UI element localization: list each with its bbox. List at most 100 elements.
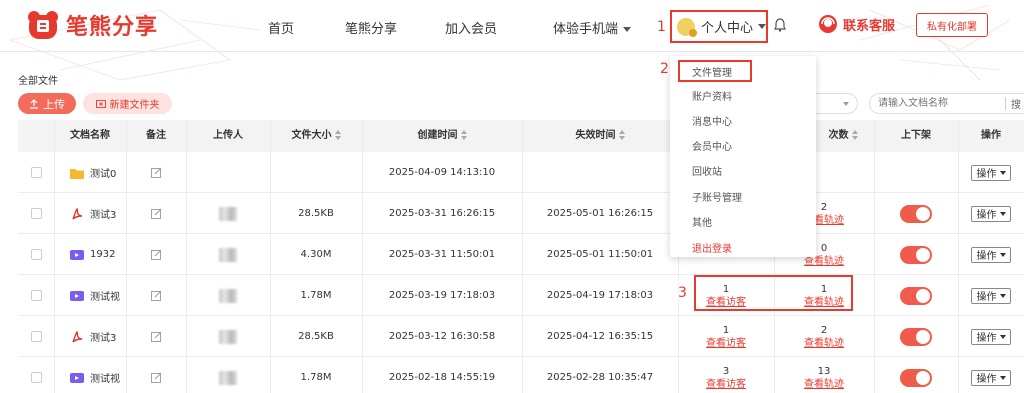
- nav-mobile[interactable]: 体验手机端: [553, 18, 632, 37]
- header-created[interactable]: 创建时间: [362, 120, 522, 152]
- user-center-dropdown: 文件管理 账户资料 消息中心 会员中心 回收站 子账号管理 其他 退出登录: [670, 56, 816, 257]
- row-status-cell: [874, 193, 958, 234]
- menu-item-messages[interactable]: 消息中心: [692, 113, 732, 128]
- edit-note-icon[interactable]: [150, 208, 162, 219]
- edit-note-icon[interactable]: [150, 372, 162, 383]
- search-input[interactable]: [869, 93, 1024, 114]
- view-track-link[interactable]: 查看轨迹: [804, 378, 844, 391]
- video-file-icon: [70, 290, 84, 301]
- brand-name: 笔熊分享: [66, 15, 159, 40]
- menu-item-other[interactable]: 其他: [692, 214, 712, 229]
- row-ops-cell: 操作: [958, 357, 1024, 393]
- status-toggle[interactable]: [900, 368, 932, 387]
- row-action-label: 操作: [976, 210, 997, 221]
- row-uploader-cell: [186, 316, 270, 357]
- view-visitors-link[interactable]: 查看访客: [706, 337, 746, 350]
- column-divider: [362, 120, 363, 393]
- row-expires: [522, 152, 678, 193]
- view-track-link[interactable]: 查看轨迹: [804, 337, 844, 350]
- row-name: 测试0: [90, 169, 117, 180]
- row-note-cell: [126, 275, 186, 316]
- nav-home[interactable]: 首页: [268, 18, 294, 37]
- row-action-button[interactable]: 操作: [971, 287, 1011, 304]
- header-ops: 操作: [981, 130, 1001, 141]
- row-name: 测试视: [90, 374, 120, 385]
- header-expires[interactable]: 失效时间: [522, 120, 678, 152]
- row-name-cell[interactable]: 测试视: [18, 275, 126, 316]
- menu-item-membership[interactable]: 会员中心: [692, 138, 732, 153]
- video-file-icon: [70, 249, 84, 260]
- edit-note-icon[interactable]: [150, 331, 162, 342]
- header-size-label: 文件大小: [291, 130, 332, 141]
- status-toggle[interactable]: [900, 204, 932, 223]
- row-name: 测试视: [90, 292, 120, 303]
- row-action-button[interactable]: 操作: [971, 328, 1011, 345]
- view-visitors-link[interactable]: 查看访客: [706, 378, 746, 391]
- user-center-menu[interactable]: 个人中心: [670, 10, 768, 43]
- edit-note-icon[interactable]: [150, 290, 162, 301]
- row-expires: 2025-04-12 16:35:15: [546, 331, 654, 342]
- top-header: 笔熊分享 首页 笔熊分享 加入会员 体验手机端 1 个人中心 联系客服 私有化部…: [0, 0, 1024, 52]
- row-action-button[interactable]: 操作: [971, 246, 1011, 263]
- menu-item-file-manage[interactable]: 文件管理: [678, 60, 752, 82]
- menu-item-recycle-bin[interactable]: 回收站: [692, 163, 722, 178]
- row-note-cell: [126, 193, 186, 234]
- nav-member[interactable]: 加入会员: [445, 18, 497, 37]
- status-toggle[interactable]: [900, 286, 932, 305]
- brand-logo[interactable]: 笔熊分享: [26, 9, 158, 41]
- header-name: 文档名称: [70, 130, 110, 141]
- row-action-button[interactable]: 操作: [971, 369, 1011, 386]
- row-note-cell: [126, 234, 186, 275]
- row-name-cell[interactable]: 测试视: [18, 357, 126, 393]
- row-action-button[interactable]: 操作: [971, 164, 1011, 181]
- row-status-cell: [874, 152, 958, 193]
- new-folder-button[interactable]: 新建文件夹: [83, 93, 172, 114]
- header-note: 备注: [146, 130, 166, 141]
- column-divider: [126, 120, 127, 393]
- search-button[interactable]: 搜: [1011, 96, 1021, 111]
- row-action-label: 操作: [976, 333, 997, 344]
- private-deploy-button[interactable]: 私有化部署: [916, 13, 988, 37]
- customer-support-link[interactable]: 联系客服: [818, 14, 895, 34]
- edit-note-icon[interactable]: [150, 167, 162, 178]
- row-action-label: 操作: [976, 169, 997, 180]
- breadcrumb[interactable]: 全部文件: [18, 72, 58, 87]
- row-ops-cell: 操作: [958, 193, 1024, 234]
- status-toggle[interactable]: [900, 327, 932, 346]
- new-folder-label: 新建文件夹: [109, 100, 160, 111]
- row-size: [270, 152, 362, 193]
- row-ops-cell: 操作: [958, 316, 1024, 357]
- header-size[interactable]: 文件大小: [270, 120, 362, 152]
- row-size: 28.5KB: [298, 208, 334, 219]
- row-action-button[interactable]: 操作: [971, 205, 1011, 222]
- row-name-cell[interactable]: 测试3: [18, 193, 126, 234]
- row-status-cell: [874, 275, 958, 316]
- row-name-cell[interactable]: 1932: [18, 234, 126, 275]
- chevron-down-icon: [623, 27, 632, 32]
- menu-item-sub-accounts[interactable]: 子账号管理: [692, 189, 742, 204]
- menu-item-account[interactable]: 账户资料: [692, 88, 732, 103]
- row-ops-cell: 操作: [958, 275, 1024, 316]
- menu-item-logout[interactable]: 退出登录: [692, 240, 732, 255]
- upload-button[interactable]: 上传: [18, 93, 76, 114]
- header-created-label: 创建时间: [417, 130, 458, 141]
- row-created: 2025-03-19 17:18:03: [388, 290, 496, 301]
- status-toggle[interactable]: [900, 245, 932, 264]
- edit-note-icon[interactable]: [150, 249, 162, 260]
- row-name-cell[interactable]: 测试3: [18, 316, 126, 357]
- bell-icon[interactable]: [774, 18, 786, 32]
- nav-mobile-label: 体验手机端: [553, 22, 619, 37]
- row-action-label: 操作: [976, 251, 997, 262]
- row-status-cell: [874, 316, 958, 357]
- nav-share[interactable]: 笔熊分享: [345, 18, 397, 37]
- sort-icon: [334, 130, 341, 140]
- row-count: 13: [817, 365, 831, 377]
- column-divider: [54, 120, 55, 393]
- column-divider: [874, 120, 875, 393]
- uploader-avatar-blurred: [219, 288, 237, 303]
- row-uploader-cell: [186, 193, 270, 234]
- header-expires-label: 失效时间: [575, 130, 616, 141]
- row-name-cell[interactable]: 测试0: [18, 152, 126, 193]
- row-visits: 3: [722, 365, 730, 377]
- column-divider: [522, 120, 523, 393]
